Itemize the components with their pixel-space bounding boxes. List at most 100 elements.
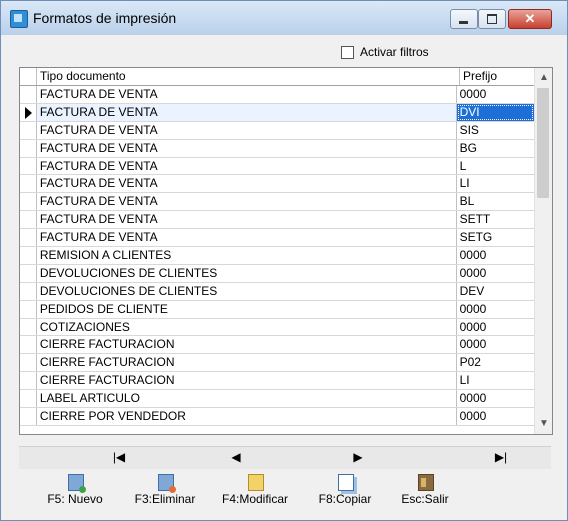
first-record-icon[interactable]: |◀ xyxy=(109,450,129,464)
cell-prefijo[interactable]: SETT xyxy=(457,211,534,228)
table-row[interactable]: FACTURA DE VENTA 0000 xyxy=(20,86,534,104)
maximize-button[interactable] xyxy=(478,9,506,29)
table-row[interactable]: FACTURA DE VENTA SIS xyxy=(20,121,534,140)
row-indicator xyxy=(20,86,37,103)
table-row[interactable]: FACTURA DE VENTA SETG xyxy=(20,229,534,248)
modificar-label: F4:Modificar xyxy=(221,492,289,506)
cell-prefijo[interactable]: DEV xyxy=(457,283,534,300)
row-indicator xyxy=(20,282,37,300)
cell-tipo[interactable]: REMISION A CLIENTES xyxy=(37,247,457,264)
row-indicator xyxy=(20,372,37,390)
row-indicator xyxy=(20,390,37,408)
cell-tipo[interactable]: FACTURA DE VENTA xyxy=(37,175,457,193)
cell-prefijo[interactable]: LI xyxy=(457,175,534,192)
table-row[interactable]: CIERRE FACTURACION 0000 xyxy=(20,336,534,355)
grid-rows: FACTURA DE VENTA 0000 FACTURA DE VENTA DVI… xyxy=(20,86,534,426)
cell-prefijo[interactable]: 0000 xyxy=(457,390,534,407)
cell-prefijo[interactable]: 0000 xyxy=(457,247,534,264)
close-icon: ✕ xyxy=(524,11,536,26)
nuevo-button[interactable]: F5: Nuevo xyxy=(35,471,115,517)
table-row[interactable]: COTIZACIONES 0000 xyxy=(20,318,534,337)
table-row[interactable]: FACTURA DE VENTA L xyxy=(20,157,534,176)
row-indicator xyxy=(20,139,37,157)
cell-prefijo[interactable]: 0000 xyxy=(457,336,534,353)
cell-tipo[interactable]: FACTURA DE VENTA xyxy=(37,211,457,229)
table-row[interactable]: FACTURA DE VENTA BG xyxy=(20,139,534,158)
table-row[interactable]: DEVOLUCIONES DE CLIENTES 0000 xyxy=(20,264,534,283)
edit-document-icon xyxy=(248,474,264,491)
row-indicator xyxy=(20,175,37,193)
cell-tipo[interactable]: CIERRE FACTURACION xyxy=(37,354,457,372)
salir-button[interactable]: Esc:Salir xyxy=(385,471,465,517)
table-row[interactable]: REMISION A CLIENTES 0000 xyxy=(20,247,534,265)
header-indicator-cell xyxy=(20,68,37,85)
prev-record-icon[interactable]: ◀ xyxy=(226,450,246,464)
cell-prefijo[interactable]: BG xyxy=(457,140,534,157)
scroll-thumb[interactable] xyxy=(537,88,549,198)
cell-prefijo[interactable]: 0000 xyxy=(457,86,534,103)
table-row[interactable]: PEDIDOS DE CLIENTE 0000 xyxy=(20,300,534,319)
row-indicator xyxy=(20,211,37,229)
cell-prefijo[interactable]: BL xyxy=(457,193,534,210)
cell-prefijo[interactable]: L xyxy=(457,158,534,175)
table-row[interactable]: FACTURA DE VENTA BL xyxy=(20,193,534,212)
minimize-button[interactable] xyxy=(450,9,478,29)
row-indicator xyxy=(20,193,37,211)
table-row[interactable]: FACTURA DE VENTA DVI xyxy=(20,103,534,122)
cell-prefijo[interactable]: 0000 xyxy=(457,319,534,336)
cell-tipo[interactable]: LABEL ARTICULO xyxy=(37,390,457,408)
row-indicator xyxy=(20,408,37,425)
cell-prefijo[interactable]: 0000 xyxy=(457,408,534,425)
delete-document-icon xyxy=(158,474,176,493)
cell-tipo[interactable]: FACTURA DE VENTA xyxy=(36,103,457,121)
column-header-tipo-documento[interactable]: Tipo documento xyxy=(37,68,460,85)
cell-prefijo[interactable]: SIS xyxy=(457,122,534,139)
copiar-button[interactable]: F8:Copiar xyxy=(305,471,385,517)
grid-header: Tipo documento Prefijo xyxy=(20,68,552,86)
next-record-icon[interactable]: ▶ xyxy=(348,450,368,464)
cell-tipo[interactable]: CIERRE FACTURACION xyxy=(37,336,457,354)
column-header-prefijo[interactable]: Prefijo xyxy=(460,68,538,85)
formats-grid[interactable]: Tipo documento Prefijo FACTURA DE VENTA 0… xyxy=(19,67,553,435)
scroll-down-icon[interactable]: ▼ xyxy=(539,418,549,429)
cell-prefijo[interactable]: LI xyxy=(457,372,534,389)
cell-tipo[interactable]: FACTURA DE VENTA xyxy=(37,157,457,175)
cell-tipo[interactable]: DEVOLUCIONES DE CLIENTES xyxy=(37,264,457,282)
close-button[interactable]: ✕ xyxy=(508,9,552,29)
copy-icon xyxy=(338,474,354,491)
table-row[interactable]: LABEL ARTICULO 0000 xyxy=(20,390,534,409)
eliminar-button[interactable]: F3:Eliminar xyxy=(125,471,205,517)
activar-filtros-checkbox[interactable]: Activar filtros xyxy=(341,45,429,59)
app-icon xyxy=(10,10,28,28)
cell-tipo[interactable]: CIERRE POR VENDEDOR xyxy=(37,408,457,425)
table-row[interactable]: CIERRE POR VENDEDOR 0000 xyxy=(20,408,534,426)
cell-tipo[interactable]: FACTURA DE VENTA xyxy=(37,139,457,157)
cell-tipo[interactable]: COTIZACIONES xyxy=(37,318,457,336)
cell-tipo[interactable]: CIERRE FACTURACION xyxy=(37,372,457,390)
table-row[interactable]: FACTURA DE VENTA SETT xyxy=(20,211,534,230)
cell-prefijo[interactable]: 0000 xyxy=(457,301,534,318)
cell-prefijo[interactable]: SETG xyxy=(457,229,534,246)
table-row[interactable]: CIERRE FACTURACION P02 xyxy=(20,354,534,373)
nuevo-label: F5: Nuevo xyxy=(47,492,103,506)
window-title: Formatos de impresión xyxy=(33,10,177,26)
cell-prefijo[interactable]: 0000 xyxy=(457,265,534,282)
modificar-button[interactable]: F4:Modificar xyxy=(215,471,295,517)
vertical-scrollbar[interactable]: ▲ ▼ xyxy=(534,68,552,434)
cell-tipo[interactable]: FACTURA DE VENTA xyxy=(37,86,457,103)
cell-prefijo[interactable]: P02 xyxy=(457,354,534,371)
table-row[interactable]: FACTURA DE VENTA LI xyxy=(20,175,534,194)
cell-tipo[interactable]: DEVOLUCIONES DE CLIENTES xyxy=(37,282,457,300)
cell-tipo[interactable]: FACTURA DE VENTA xyxy=(37,193,457,211)
last-record-icon[interactable]: ▶| xyxy=(491,450,511,464)
cell-tipo[interactable]: PEDIDOS DE CLIENTE xyxy=(37,300,457,318)
title-bar[interactable]: Formatos de impresión ✕ xyxy=(1,1,567,35)
checkbox-box[interactable] xyxy=(341,45,354,59)
scroll-up-icon[interactable]: ▲ xyxy=(539,72,549,83)
cell-tipo[interactable]: FACTURA DE VENTA xyxy=(37,229,457,247)
cell-tipo[interactable]: FACTURA DE VENTA xyxy=(37,121,457,139)
row-indicator xyxy=(20,336,37,354)
table-row[interactable]: CIERRE FACTURACION LI xyxy=(20,372,534,391)
table-row[interactable]: DEVOLUCIONES DE CLIENTES DEV xyxy=(20,282,534,301)
cell-prefijo[interactable]: DVI xyxy=(456,103,534,121)
